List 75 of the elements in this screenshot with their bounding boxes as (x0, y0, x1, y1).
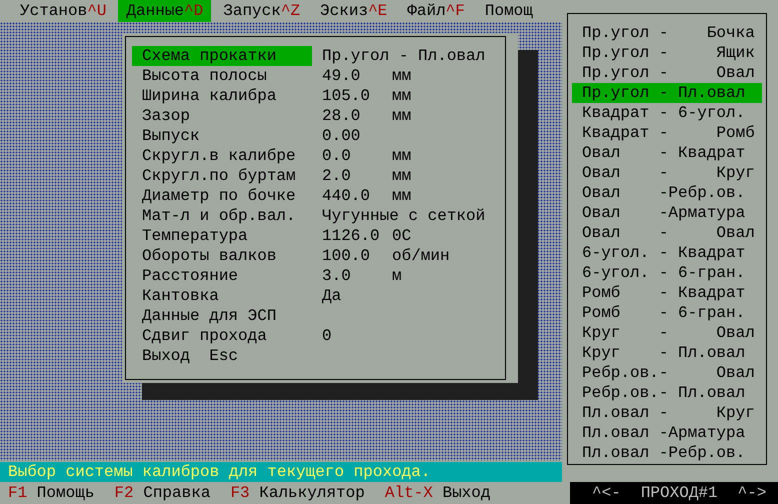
pass-number: ПРОХОД#1 (640, 483, 718, 503)
menu-item[interactable]: Установ^U (12, 0, 114, 22)
field-value: 49.0 (322, 66, 362, 86)
field-value: 1126.0 (322, 226, 381, 246)
field-label[interactable]: Мат-л и обр.вал. (132, 206, 312, 226)
list-item[interactable]: Овал - Квадрат (572, 143, 762, 163)
list-item[interactable]: Пл.овал -Ребр.ов. (572, 443, 762, 463)
field-value: 0.00 (322, 126, 362, 146)
field-unit: мм (392, 146, 412, 166)
list-item[interactable]: Овал -Ребр.ов. (572, 183, 762, 203)
field-value: 0.0 (322, 146, 352, 166)
menu-item[interactable]: Эскиз^E (312, 0, 396, 22)
field-label[interactable]: Сдвиг прохода (132, 326, 312, 346)
function-key[interactable]: Alt-X Выход (384, 483, 490, 503)
menu-item[interactable]: Помощ (476, 0, 541, 22)
previous-pass-hotkey[interactable]: ^<- (592, 483, 621, 503)
field-unit: мм (392, 166, 412, 186)
field-label[interactable]: Кантовка (132, 286, 312, 306)
function-key[interactable]: F3 Калькулятор (230, 483, 365, 503)
field-value: 0 (322, 326, 333, 346)
field-label[interactable]: Схема прокатки (132, 46, 312, 66)
list-item[interactable]: 6-угол. - Квадрат (572, 243, 762, 263)
menu-item[interactable]: Запуск^Z (215, 0, 308, 22)
field-value: 28.0 (322, 106, 362, 126)
list-item[interactable]: Ромб - 6-гран. (572, 303, 762, 323)
function-key[interactable]: F2 Справка (114, 483, 210, 503)
field-label[interactable]: Обороты валков (132, 246, 312, 266)
list-item[interactable]: Ребр.ов.- Пл.овал (572, 383, 762, 403)
field-unit: мм (392, 186, 412, 206)
field-value: 2.0 (322, 166, 352, 186)
list-item[interactable]: Пр.угол - Пл.овал (572, 83, 762, 103)
list-item[interactable]: Пл.овал -Арматура (572, 423, 762, 443)
field-value: Пр.угол - Пл.овал (322, 46, 486, 66)
field-label[interactable]: Высота полосы (132, 66, 312, 86)
list-item[interactable]: Круг - Овал (572, 323, 762, 343)
list-item[interactable]: Пр.угол - Ящик (572, 43, 762, 63)
field-label[interactable]: Данные для ЭСП (132, 306, 312, 326)
field-label[interactable]: Диаметр по бочке (132, 186, 312, 206)
field-value: 105.0 (322, 86, 372, 106)
list-item[interactable]: Овал - Круг (572, 163, 762, 183)
field-unit: 0C (392, 226, 412, 246)
field-label[interactable]: Ширина калибра (132, 86, 312, 106)
list-item[interactable]: Пр.угол - Овал (572, 63, 762, 83)
list-item[interactable]: Пр.угол - Бочка (572, 23, 762, 43)
field-value: 440.0 (322, 186, 372, 206)
menu-item[interactable]: Данные^D (118, 0, 212, 22)
field-value: Да (322, 286, 342, 306)
list-item[interactable]: Овал -Арматура (572, 203, 762, 223)
menu-item[interactable]: Файл^F (399, 0, 473, 22)
list-item[interactable]: Ребр.ов.- Овал (572, 363, 762, 383)
field-unit: мм (392, 86, 412, 106)
field-value: 100.0 (322, 246, 372, 266)
field-value: 3.0 (322, 266, 352, 286)
field-label[interactable]: Выпуск (132, 126, 312, 146)
list-item[interactable]: Овал - Овал (572, 223, 762, 243)
field-unit: об/мин (392, 246, 450, 266)
function-key[interactable]: F1 Помощь (8, 483, 94, 503)
field-label[interactable]: Выход Esc (132, 346, 312, 366)
field-label[interactable]: Скругл.в калибре (132, 146, 312, 166)
field-unit: мм (392, 66, 412, 86)
status-message: Выбор системы калибров для текущего прохода. (0, 462, 562, 482)
list-item[interactable]: Ромб - Квадрат (572, 283, 762, 303)
field-unit: мм (392, 106, 412, 126)
list-item[interactable]: Круг - Пл.овал (572, 343, 762, 363)
field-label[interactable]: Зазор (132, 106, 312, 126)
field-label[interactable]: Расстояние (132, 266, 312, 286)
field-label[interactable]: Температура (132, 226, 312, 246)
list-item[interactable]: 6-угол. - 6-гран. (572, 263, 762, 283)
next-pass-hotkey[interactable]: ^-> (738, 483, 766, 503)
field-unit: м (392, 266, 402, 286)
field-value: Чугунные с сеткой (322, 206, 486, 226)
field-label[interactable]: Скругл.по буртам (132, 166, 312, 186)
list-item[interactable]: Квадрат - Ромб (572, 123, 762, 143)
list-item[interactable]: Пл.овал - Круг (572, 403, 762, 423)
list-item[interactable]: Квадрат - 6-угол. (572, 103, 762, 123)
